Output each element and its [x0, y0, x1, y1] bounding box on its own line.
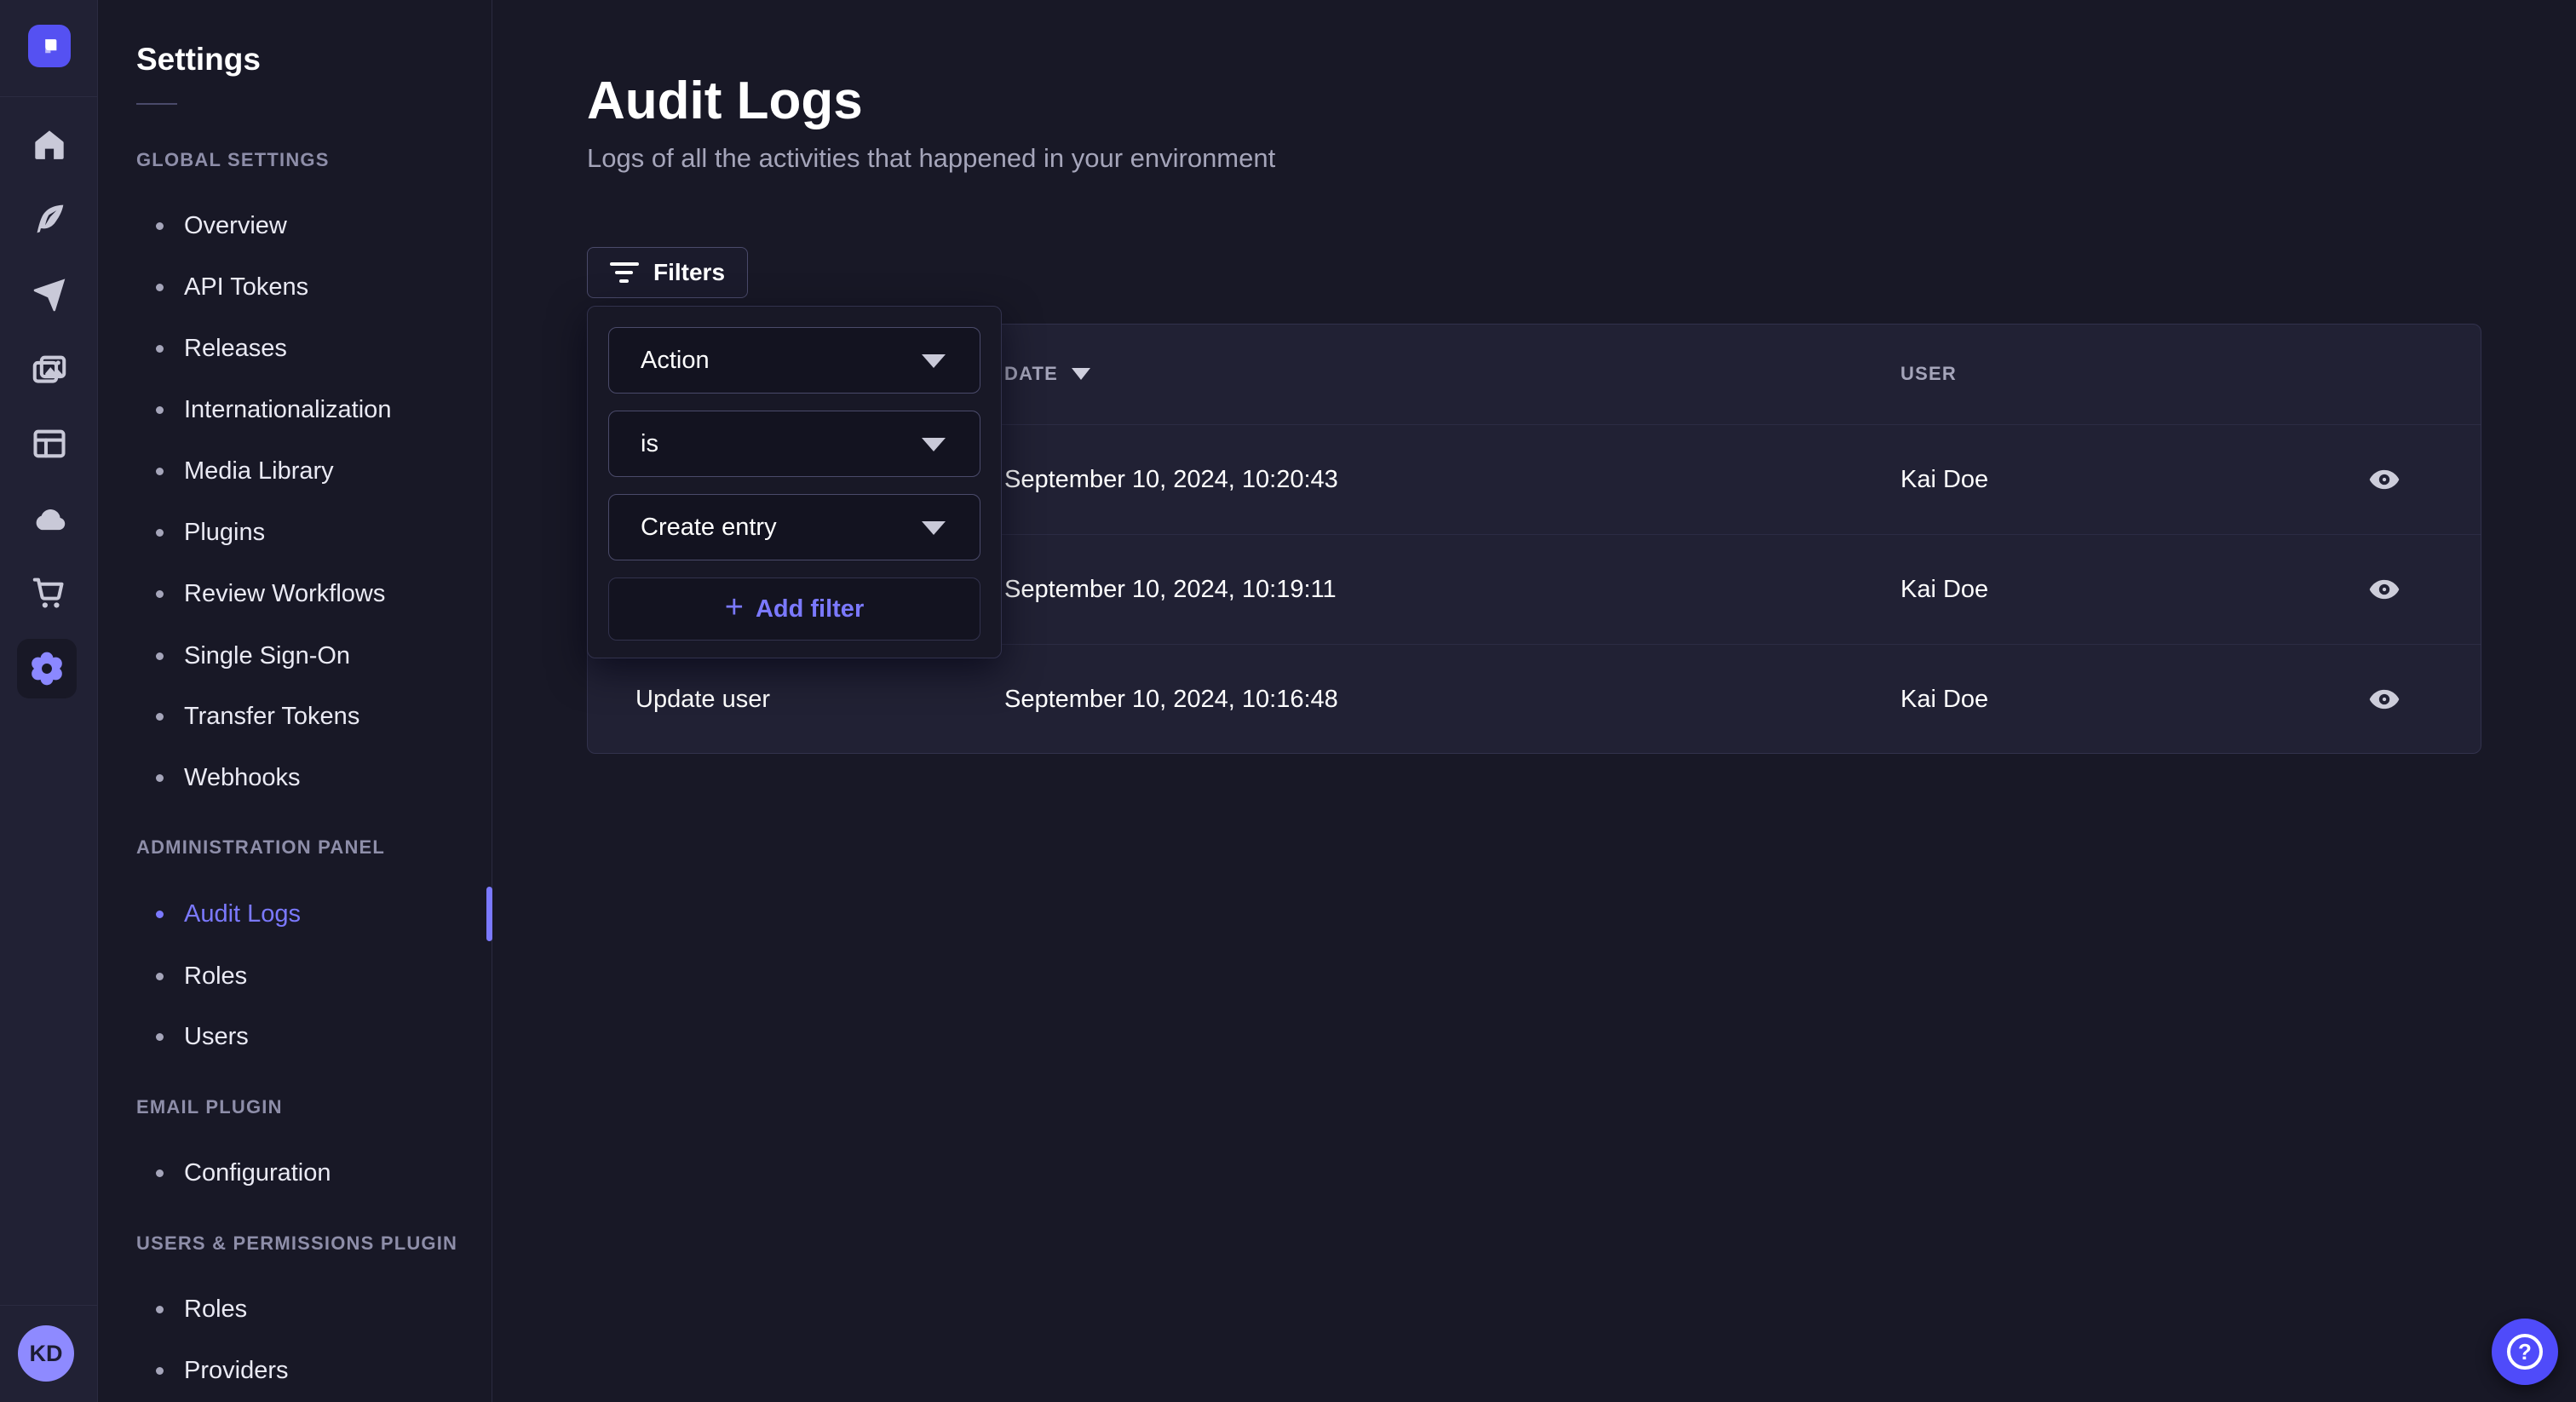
sidebar-item-admin-roles[interactable]: Roles: [156, 957, 247, 995]
bullet-icon: [156, 1169, 164, 1177]
cell-action: Update user: [635, 645, 770, 755]
content-type-builder-icon[interactable]: [31, 425, 68, 463]
view-details-button[interactable]: [2366, 681, 2403, 718]
filters-button-label: Filters: [653, 259, 725, 286]
bullet-icon: [156, 406, 164, 414]
user-avatar[interactable]: KD: [18, 1325, 74, 1382]
sidebar-item-internationalization[interactable]: Internationalization: [156, 391, 391, 428]
section-label-global-settings: GLOBAL SETTINGS: [136, 141, 330, 179]
question-mark-icon: ?: [2507, 1334, 2543, 1370]
rail-divider: [0, 96, 98, 97]
section-label-users-permissions-plugin: USERS & PERMISSIONS PLUGIN: [136, 1225, 457, 1262]
strapi-logo-icon: [35, 32, 64, 60]
filters-button[interactable]: Filters: [587, 247, 748, 298]
bullet-icon: [156, 973, 164, 980]
content-manager-icon[interactable]: [31, 200, 68, 238]
bullet-icon: [156, 590, 164, 598]
view-details-button[interactable]: [2366, 461, 2403, 498]
releases-icon[interactable]: [31, 275, 68, 313]
cloud-icon[interactable]: [31, 501, 68, 538]
caret-down-icon: [922, 521, 946, 535]
section-label-administration-panel: ADMINISTRATION PANEL: [136, 829, 385, 866]
filter-icon: [610, 262, 639, 283]
add-filter-button[interactable]: + Add filter: [608, 577, 980, 641]
sidebar-item-media-library[interactable]: Media Library: [156, 452, 334, 490]
bullet-icon: [156, 529, 164, 537]
section-label-email-plugin: EMAIL PLUGIN: [136, 1089, 283, 1126]
bullet-icon: [156, 1033, 164, 1041]
filter-attribute-select[interactable]: Action: [608, 327, 980, 394]
cell-user: Kai Doe: [1900, 425, 1988, 535]
strapi-logo[interactable]: [28, 25, 71, 67]
sidebar-item-single-sign-on[interactable]: Single Sign-On: [156, 637, 350, 675]
bullet-icon: [156, 774, 164, 782]
marketplace-icon[interactable]: [31, 574, 68, 612]
sidebar-item-plugins[interactable]: Plugins: [156, 514, 265, 551]
settings-nav-active[interactable]: [17, 639, 77, 698]
sidebar-item-audit-logs[interactable]: Audit Logs: [156, 895, 301, 933]
help-button[interactable]: ?: [2492, 1319, 2558, 1385]
sidebar-item-up-roles[interactable]: Roles: [156, 1290, 247, 1328]
bullet-icon: [156, 222, 164, 230]
filter-value-select[interactable]: Create entry: [608, 494, 980, 560]
sidebar-item-providers[interactable]: Providers: [156, 1352, 289, 1389]
filter-value-value: Create entry: [641, 514, 777, 542]
active-item-indicator: [486, 887, 492, 941]
filter-operator-value: is: [641, 430, 658, 458]
cell-user: Kai Doe: [1900, 535, 1988, 645]
column-header-user[interactable]: USER: [1900, 355, 1957, 393]
column-header-date[interactable]: DATE: [1004, 355, 1090, 393]
bullet-icon: [156, 1306, 164, 1313]
eye-icon: [2367, 463, 2401, 497]
home-icon[interactable]: [31, 126, 68, 164]
filter-popover: Action is Create entry + Add filter: [587, 306, 1002, 658]
sidebar-item-review-workflows[interactable]: Review Workflows: [156, 575, 385, 612]
page-title: Audit Logs: [587, 70, 863, 133]
sidebar-item-api-tokens[interactable]: API Tokens: [156, 268, 308, 306]
sidebar-item-webhooks[interactable]: Webhooks: [156, 759, 301, 796]
add-filter-label: Add filter: [756, 595, 864, 623]
cell-date: September 10, 2024, 10:16:48: [1004, 645, 1338, 755]
plus-icon: +: [725, 591, 744, 623]
settings-icon: [27, 649, 66, 688]
filter-operator-select[interactable]: is: [608, 411, 980, 477]
media-library-icon[interactable]: [31, 351, 68, 388]
bullet-icon: [156, 1367, 164, 1375]
view-details-button[interactable]: [2366, 571, 2403, 608]
sidebar-item-transfer-tokens[interactable]: Transfer Tokens: [156, 698, 359, 735]
settings-sidebar: Settings GLOBAL SETTINGS Overview API To…: [98, 0, 492, 1402]
bullet-icon: [156, 713, 164, 721]
cell-user: Kai Doe: [1900, 645, 1988, 755]
sort-desc-icon: [1072, 368, 1090, 380]
table-row[interactable]: Update user September 10, 2024, 10:16:48…: [588, 644, 2481, 754]
sidebar-item-overview[interactable]: Overview: [156, 207, 287, 244]
filter-attribute-value: Action: [641, 347, 710, 375]
bullet-icon: [156, 652, 164, 660]
main-nav-rail: KD: [0, 0, 98, 1402]
sidebar-item-configuration[interactable]: Configuration: [156, 1154, 331, 1192]
cell-date: September 10, 2024, 10:20:43: [1004, 425, 1338, 535]
page-subtitle: Logs of all the activities that happened…: [587, 141, 1275, 175]
bullet-icon: [156, 284, 164, 291]
caret-down-icon: [922, 354, 946, 368]
sidebar-title: Settings: [136, 41, 261, 78]
bullet-icon: [156, 345, 164, 353]
cell-date: September 10, 2024, 10:19:11: [1004, 535, 1337, 645]
sidebar-title-divider: [136, 103, 177, 105]
sidebar-item-releases[interactable]: Releases: [156, 330, 287, 367]
bullet-icon: [156, 911, 164, 918]
caret-down-icon: [922, 438, 946, 451]
bullet-icon: [156, 468, 164, 475]
rail-divider-bottom: [0, 1305, 98, 1306]
avatar-initials: KD: [30, 1341, 63, 1367]
sidebar-item-admin-users[interactable]: Users: [156, 1018, 249, 1055]
eye-icon: [2367, 682, 2401, 716]
eye-icon: [2367, 572, 2401, 606]
